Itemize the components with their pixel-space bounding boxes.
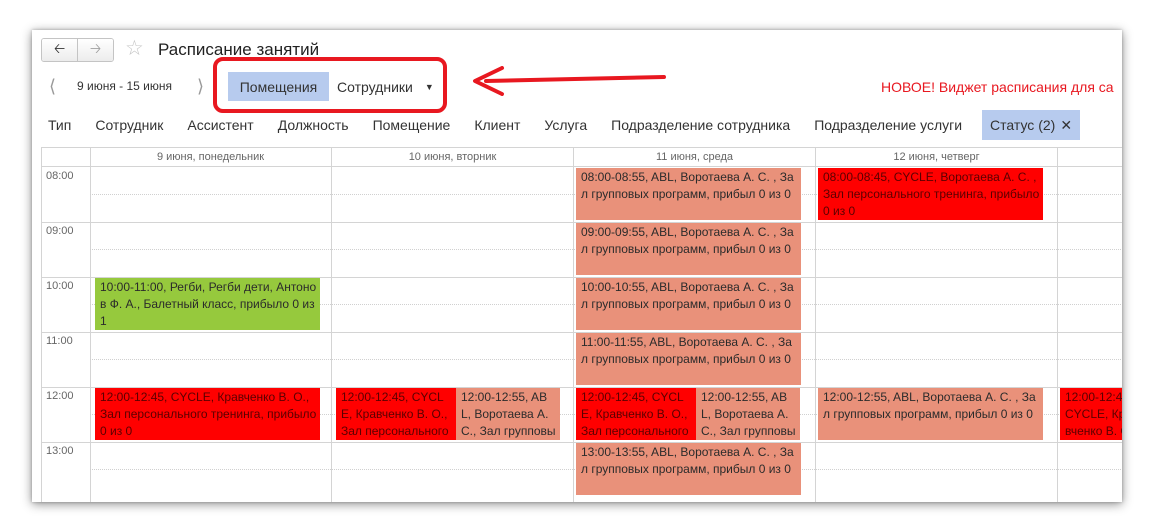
column-divider	[1057, 148, 1058, 502]
time-label: 10:00	[46, 280, 74, 292]
event-block[interactable]: 12:00-12:45, CYCLE, Кравченко В. О., Зал…	[95, 388, 320, 440]
time-label: 13:00	[46, 445, 74, 457]
chevron-left-icon: ⟨	[49, 76, 57, 96]
event-block[interactable]: 10:00-10:55, ABL, Воротаева А. С. , Зал …	[576, 278, 801, 330]
event-block[interactable]: 11:00-11:55, ABL, Воротаева А. С. , Зал …	[576, 333, 801, 385]
schedule-window: 🡠 🡢 ☆ Расписание занятий ⟨ 9 июня - 15 и…	[32, 30, 1122, 502]
caret-down-icon: ▼	[424, 81, 434, 92]
event-block[interactable]: 12:00-12:55, ABL, Воротаева А. С. , Зал …	[818, 388, 1043, 440]
history-nav: 🡠 🡢	[41, 38, 114, 62]
time-label: 08:00	[46, 170, 74, 182]
prev-period-button[interactable]: ⟨	[49, 75, 56, 97]
filter-employee[interactable]: Сотрудник	[83, 110, 175, 140]
event-block[interactable]: 08:00-08:45, CYCLE, Воротаева А. С. , За…	[818, 168, 1043, 220]
arrow-left-icon: 🡠	[53, 40, 66, 56]
schedule-grid: 9 июня, понедельник 10 июня, вторник 11 …	[41, 147, 1122, 502]
event-block[interactable]: 12:00-12:45, CYCLE, Кравченко В. О., Зал…	[1060, 388, 1122, 440]
filter-assistant[interactable]: Ассистент	[175, 110, 265, 140]
filter-bar: Тип Сотрудник Ассистент Должность Помеще…	[32, 110, 1081, 140]
time-label: 11:00	[46, 335, 73, 347]
event-block[interactable]: 12:00-12:55, ABL, Воротаева А. С., Зал г…	[456, 388, 560, 440]
filter-room[interactable]: Помещение	[361, 110, 463, 140]
annotation-arrow-icon	[473, 66, 666, 96]
filter-position[interactable]: Должность	[266, 110, 361, 140]
forward-button[interactable]: 🡢	[77, 39, 113, 61]
time-label: 12:00	[46, 390, 74, 402]
chevron-right-icon: ⟩	[197, 76, 205, 96]
time-label: 09:00	[46, 225, 74, 237]
column-divider	[331, 148, 332, 502]
event-block[interactable]: 09:00-09:55, ABL, Воротаева А. С. , Зал …	[576, 223, 801, 275]
news-widget-link[interactable]: НОВОЕ! Виджет расписания для са	[881, 79, 1114, 95]
column-divider	[90, 148, 91, 502]
view-staff-button[interactable]: Сотрудники ▼	[329, 72, 444, 101]
filter-service-department[interactable]: Подразделение услуги	[802, 110, 974, 140]
event-block[interactable]: 08:00-08:55, ABL, Воротаева А. С. , Зал …	[576, 168, 801, 220]
next-period-button[interactable]: ⟩	[197, 75, 204, 97]
star-icon[interactable]: ☆	[125, 37, 144, 61]
day-header-wed: 11 июня, среда	[655, 151, 734, 163]
column-divider	[573, 148, 574, 502]
view-staff-label: Сотрудники	[337, 78, 413, 95]
filter-status[interactable]: Статус (2) ✕	[982, 110, 1081, 140]
event-block[interactable]: 10:00-11:00, Регби, Регби дети, Антонов …	[95, 278, 320, 330]
back-button[interactable]: 🡠	[42, 39, 77, 61]
column-divider	[815, 148, 816, 502]
event-block[interactable]: 12:00-12:45, CYCLE, Кравченко В. О., Зал…	[576, 388, 696, 440]
filter-employee-department[interactable]: Подразделение сотрудника	[599, 110, 802, 140]
arrow-right-icon: 🡢	[89, 40, 102, 56]
day-header-tue: 10 июня, вторник	[408, 151, 497, 163]
day-header-mon: 9 июня, понедельник	[156, 151, 265, 163]
view-rooms-button[interactable]: Помещения	[228, 72, 329, 101]
period-label: 9 июня - 15 июня	[77, 79, 173, 93]
filter-service[interactable]: Услуга	[532, 110, 599, 140]
event-block[interactable]: 12:00-12:45, CYCLE, Кравченко В. О., Зал…	[336, 388, 456, 440]
filter-type[interactable]: Тип	[32, 110, 83, 140]
day-header-thu: 12 июня, четверг	[893, 151, 980, 163]
filter-client[interactable]: Клиент	[462, 110, 532, 140]
close-icon[interactable]: ✕	[1060, 117, 1072, 133]
event-block[interactable]: 12:00-12:55, ABL, Воротаева А. С., Зал г…	[696, 388, 800, 440]
event-block[interactable]: 13:00-13:55, ABL, Воротаева А. С. , Зал …	[576, 443, 801, 495]
filter-status-label: Статус (2)	[990, 117, 1056, 133]
header-divider	[42, 166, 1122, 167]
